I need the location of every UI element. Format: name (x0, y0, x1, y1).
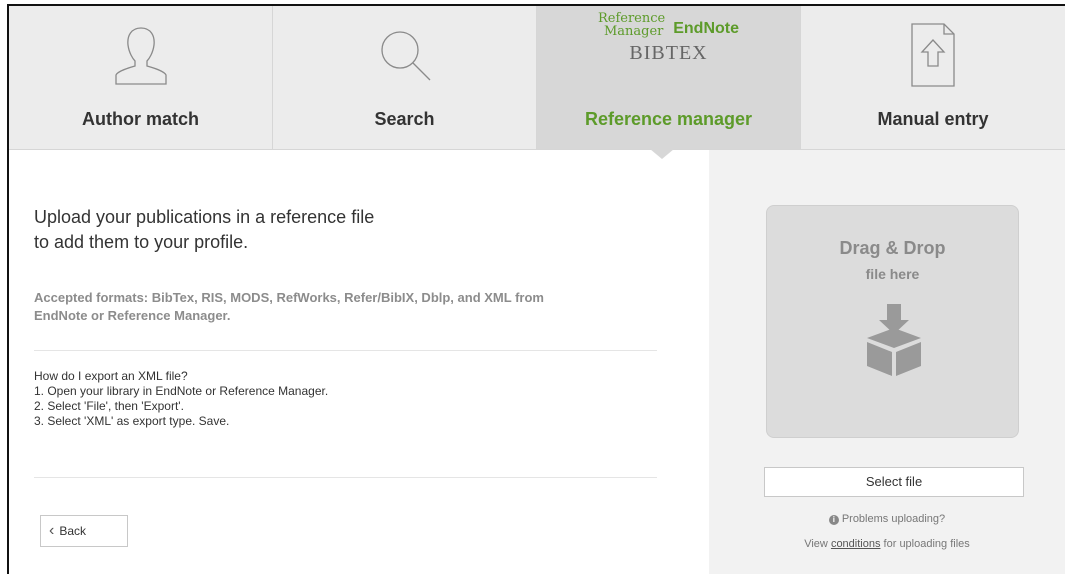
conditions-text: View conditions for uploading files (804, 538, 970, 550)
tab-search[interactable]: Search (273, 6, 537, 149)
drop-zone[interactable]: Drag & Drop file here (766, 205, 1019, 438)
export-howto: How do I export an XML file? 1. Open you… (34, 369, 328, 429)
tab-label: Reference manager (584, 109, 753, 129)
tab-label: Search (374, 109, 435, 129)
drop-subtitle: file here (865, 266, 920, 282)
drop-title: Drag & Drop (839, 238, 946, 258)
howto-question: How do I export an XML file? (34, 369, 188, 383)
back-label: Back (59, 524, 87, 538)
accepted-formats-text: Accepted formats: BibTex, RIS, MODS, Ref… (34, 290, 544, 323)
howto-step: 1. Open your library in EndNote or Refer… (34, 384, 329, 398)
select-file-button[interactable]: Select file (764, 467, 1024, 497)
tab-label: Manual entry (877, 109, 989, 129)
tab-label: Author match (82, 109, 199, 129)
box-download-icon (849, 304, 939, 381)
howto-step: 2. Select 'File', then 'Export'. (34, 399, 184, 413)
tab-reference-manager[interactable]: Reference Manager EndNote BIBTEX Referen… (537, 6, 801, 149)
document-upload-icon (801, 20, 1065, 90)
tab-bar: Author match Search Reference Manager En… (9, 6, 1065, 150)
tab-author-match[interactable]: Author match (9, 6, 273, 149)
howto-step: 3. Select 'XML' as export type. Save. (34, 414, 230, 428)
active-tab-pointer (650, 149, 674, 159)
magnifier-icon (273, 20, 536, 90)
instructions-panel: Upload your publications in a reference … (9, 150, 709, 574)
divider (34, 350, 657, 351)
intro-text: Upload your publications in a reference … (34, 207, 375, 252)
bibtex-logo: BIBTEX (629, 42, 708, 64)
back-button[interactable]: ‹ Back (40, 515, 128, 547)
endnote-logo: EndNote (673, 20, 740, 37)
upload-panel: Drag & Drop file here Select file i Probl… (709, 150, 1065, 574)
upload-dialog: Author match Search Reference Manager En… (7, 4, 1065, 574)
problems-uploading-link[interactable]: i Problems uploading? (709, 513, 1065, 525)
conditions-link[interactable]: conditions (831, 538, 881, 550)
info-icon: i (828, 515, 839, 525)
chevron-left-icon: ‹ (49, 522, 55, 539)
person-silhouette-icon (9, 20, 272, 90)
tab-manual-entry[interactable]: Manual entry (801, 6, 1065, 149)
reference-manager-logo: Reference Manager (597, 11, 666, 39)
reference-logos: Reference Manager EndNote BIBTEX (537, 12, 800, 65)
divider (34, 477, 657, 478)
